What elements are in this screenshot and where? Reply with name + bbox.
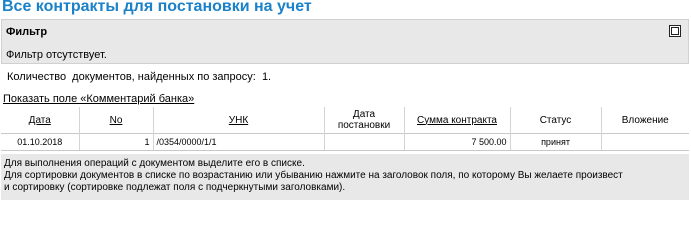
column-header-unk[interactable]: УНК (153, 107, 325, 134)
table-row[interactable]: 01.10.2018 1 /0354/0000/1/1 7 500.00 при… (1, 133, 689, 151)
window-square-icon (671, 27, 679, 35)
show-bank-comment-link[interactable]: Показать поле «Комментарий банка» (3, 93, 194, 105)
document-count-value: 1. (261, 71, 272, 83)
column-header-date[interactable]: Дата (1, 107, 80, 134)
cell-date[interactable]: 01.10.2018 (1, 133, 80, 151)
table-header-row: Дата No УНК Дата постановки Сумма контра… (1, 107, 689, 134)
cell-no[interactable]: 1 (79, 133, 154, 151)
filter-title: Фильтр (6, 26, 48, 38)
contracts-table: Дата No УНК Дата постановки Сумма контра… (1, 107, 689, 151)
column-header-registration-date: Дата постановки (324, 107, 405, 134)
column-header-status: Статус (510, 107, 602, 134)
column-header-contract-amount[interactable]: Сумма контракта (404, 107, 511, 134)
page-title: Все контракты для постановки на учет (2, 0, 312, 15)
cell-contract-amount[interactable]: 7 500.00 (404, 133, 511, 151)
filter-status-text: Фильтр отсутствует. (6, 49, 107, 61)
help-text-line-2: Для сортировки документов в списке по во… (4, 170, 623, 181)
filter-expand-icon[interactable] (669, 25, 681, 37)
document-count: Количество документов, найденных по запр… (7, 71, 271, 83)
document-count-label: Количество документов, найденных по запр… (7, 71, 256, 83)
filter-panel: Фильтр Фильтр отсутствует. (1, 19, 689, 64)
column-header-no[interactable]: No (79, 107, 154, 134)
cell-status[interactable]: принят (510, 133, 602, 151)
help-text-line-1: Для выполнения операций с документом выд… (4, 158, 305, 169)
column-header-attachment: Вложение (601, 107, 689, 134)
help-text-line-3: и сортировку (сортировке подлежат поля с… (4, 182, 346, 193)
cell-attachment[interactable] (601, 133, 689, 151)
cell-registration-date[interactable] (324, 133, 405, 151)
cell-unk[interactable]: /0354/0000/1/1 (153, 133, 325, 151)
help-footer: Для выполнения операций с документом выд… (1, 154, 689, 200)
